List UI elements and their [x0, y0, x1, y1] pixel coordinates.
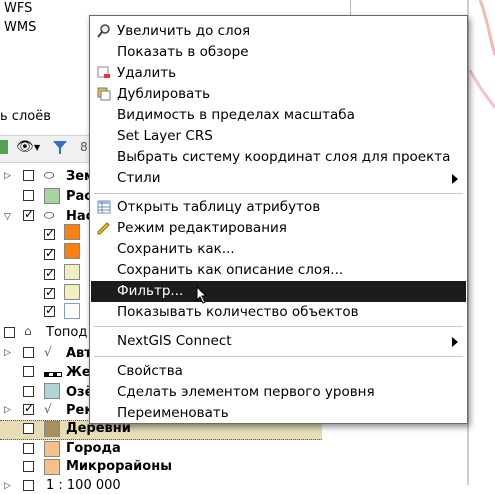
expand-arrow-icon[interactable]: ▷ [4, 348, 11, 358]
submenu-arrow-icon [452, 337, 458, 347]
layer-context-menu: Увеличить до слоя Показать в обзоре Удал… [89, 15, 468, 424]
eye-icon[interactable]: 👁 [16, 139, 34, 155]
menu-separator [94, 356, 463, 357]
layer-checkbox[interactable] [23, 480, 34, 491]
layers-panel-title: ь слоёв [0, 109, 51, 124]
collapse-arrow-icon[interactable]: ▽ [4, 212, 11, 222]
layer-checkbox[interactable] [23, 347, 34, 358]
group-folder-icon: ⌂ [24, 324, 32, 338]
menu-separator [94, 193, 463, 194]
remove-layer-icon [97, 66, 110, 78]
menu-separator [94, 326, 463, 327]
legend-swatch [64, 284, 80, 300]
expand-arrow-icon[interactable]: ▷ [4, 481, 11, 491]
legend-swatch [64, 243, 80, 259]
line-layer-icon: √ [44, 402, 52, 416]
menu-item-duplicate[interactable]: Дублировать [91, 84, 466, 105]
legend-swatch [44, 383, 60, 399]
legend-swatch [44, 188, 60, 204]
add-group-icon[interactable] [0, 140, 8, 154]
legend-swatch [44, 459, 60, 475]
polygon-layer-icon: ⬭ [44, 168, 55, 182]
layer-checkbox[interactable] [23, 401, 34, 415]
list-item-wfs[interactable]: WFS [4, 1, 32, 17]
layer-checkbox[interactable] [23, 366, 34, 377]
menu-item-properties[interactable]: Свойства [91, 361, 466, 382]
menu-item-show-feature-count[interactable]: Показывать количество объектов [91, 302, 466, 323]
menu-item-show-in-overview[interactable]: Показать в обзоре [91, 42, 466, 63]
layer-checkbox[interactable] [23, 207, 34, 221]
layer-checkbox[interactable] [23, 461, 34, 472]
layer-checkbox[interactable] [23, 190, 34, 201]
category-checkbox[interactable] [44, 246, 55, 260]
menu-item-remove[interactable]: Удалить [91, 63, 466, 84]
layer-checkbox[interactable] [23, 386, 34, 397]
menu-item-nextgis-connect[interactable]: NextGIS Connect [91, 331, 466, 352]
layer-name-avt[interactable]: Авт [66, 346, 92, 362]
expand-arrow-icon[interactable]: ▷ [4, 171, 11, 181]
layer-checkbox[interactable] [23, 423, 34, 434]
layer-checkbox[interactable] [23, 443, 34, 454]
layer-name-zhe[interactable]: Же [66, 365, 91, 381]
legend-swatch [64, 264, 80, 280]
layer-checkbox[interactable] [23, 170, 34, 181]
legend-swatch [44, 441, 60, 457]
dropdown-caret-icon[interactable]: ▼ [34, 143, 40, 152]
menu-item-save-as-layer-definition[interactable]: Сохранить как описание слоя... [91, 260, 466, 281]
legend-swatch [64, 224, 80, 240]
filter-icon[interactable] [52, 139, 68, 155]
category-checkbox[interactable] [44, 266, 55, 280]
menu-item-make-top-level[interactable]: Сделать элементом первого уровня [91, 382, 466, 403]
category-checkbox[interactable] [44, 226, 55, 240]
expand-arrow-icon[interactable]: ▷ [4, 405, 11, 415]
legend-swatch [44, 421, 60, 437]
list-item-wms[interactable]: WMS [4, 20, 36, 36]
layers-toolbar [0, 135, 90, 163]
menu-item-set-project-crs[interactable]: Выбрать систему координат слоя для проек… [91, 147, 466, 168]
polygon-layer-icon: ⬭ [44, 208, 55, 222]
menu-item-zoom-to-layer[interactable]: Увеличить до слоя [91, 21, 466, 42]
line-layer-icon: √ [44, 345, 52, 359]
layer-name-mikro[interactable]: Микрорайоны [66, 459, 172, 475]
menu-item-open-attribute-table[interactable]: Открыть таблицу атрибутов [91, 197, 466, 218]
expand-icon[interactable]: 8 [80, 140, 88, 154]
pencil-icon [97, 222, 110, 235]
scale-label: 1 : 100 000 [46, 478, 121, 493]
category-checkbox[interactable] [44, 303, 55, 317]
group-checkbox[interactable] [4, 327, 15, 338]
railway-line-icon [44, 372, 62, 377]
menu-item-styles[interactable]: Стили [91, 168, 466, 189]
legend-swatch [64, 303, 80, 319]
layer-name-goroda[interactable]: Города [66, 441, 121, 457]
menu-item-toggle-editing[interactable]: Режим редактирования [91, 218, 466, 239]
zoom-icon [97, 24, 110, 38]
category-checkbox[interactable] [44, 285, 55, 299]
menu-item-scale-visibility[interactable]: Видимость в пределах масштаба [91, 105, 466, 126]
mouse-cursor-icon [196, 286, 208, 304]
submenu-arrow-icon [452, 174, 458, 184]
menu-item-rename[interactable]: Переименовать [91, 403, 466, 424]
menu-item-save-as[interactable]: Сохранить как... [91, 239, 466, 260]
group-name-topo[interactable]: Топод [46, 325, 87, 341]
menu-item-filter[interactable]: Фильтр... [91, 281, 466, 302]
menu-item-set-layer-crs[interactable]: Set Layer CRS [91, 126, 466, 147]
duplicate-layer-icon [97, 87, 111, 101]
attribute-table-icon [97, 200, 111, 214]
